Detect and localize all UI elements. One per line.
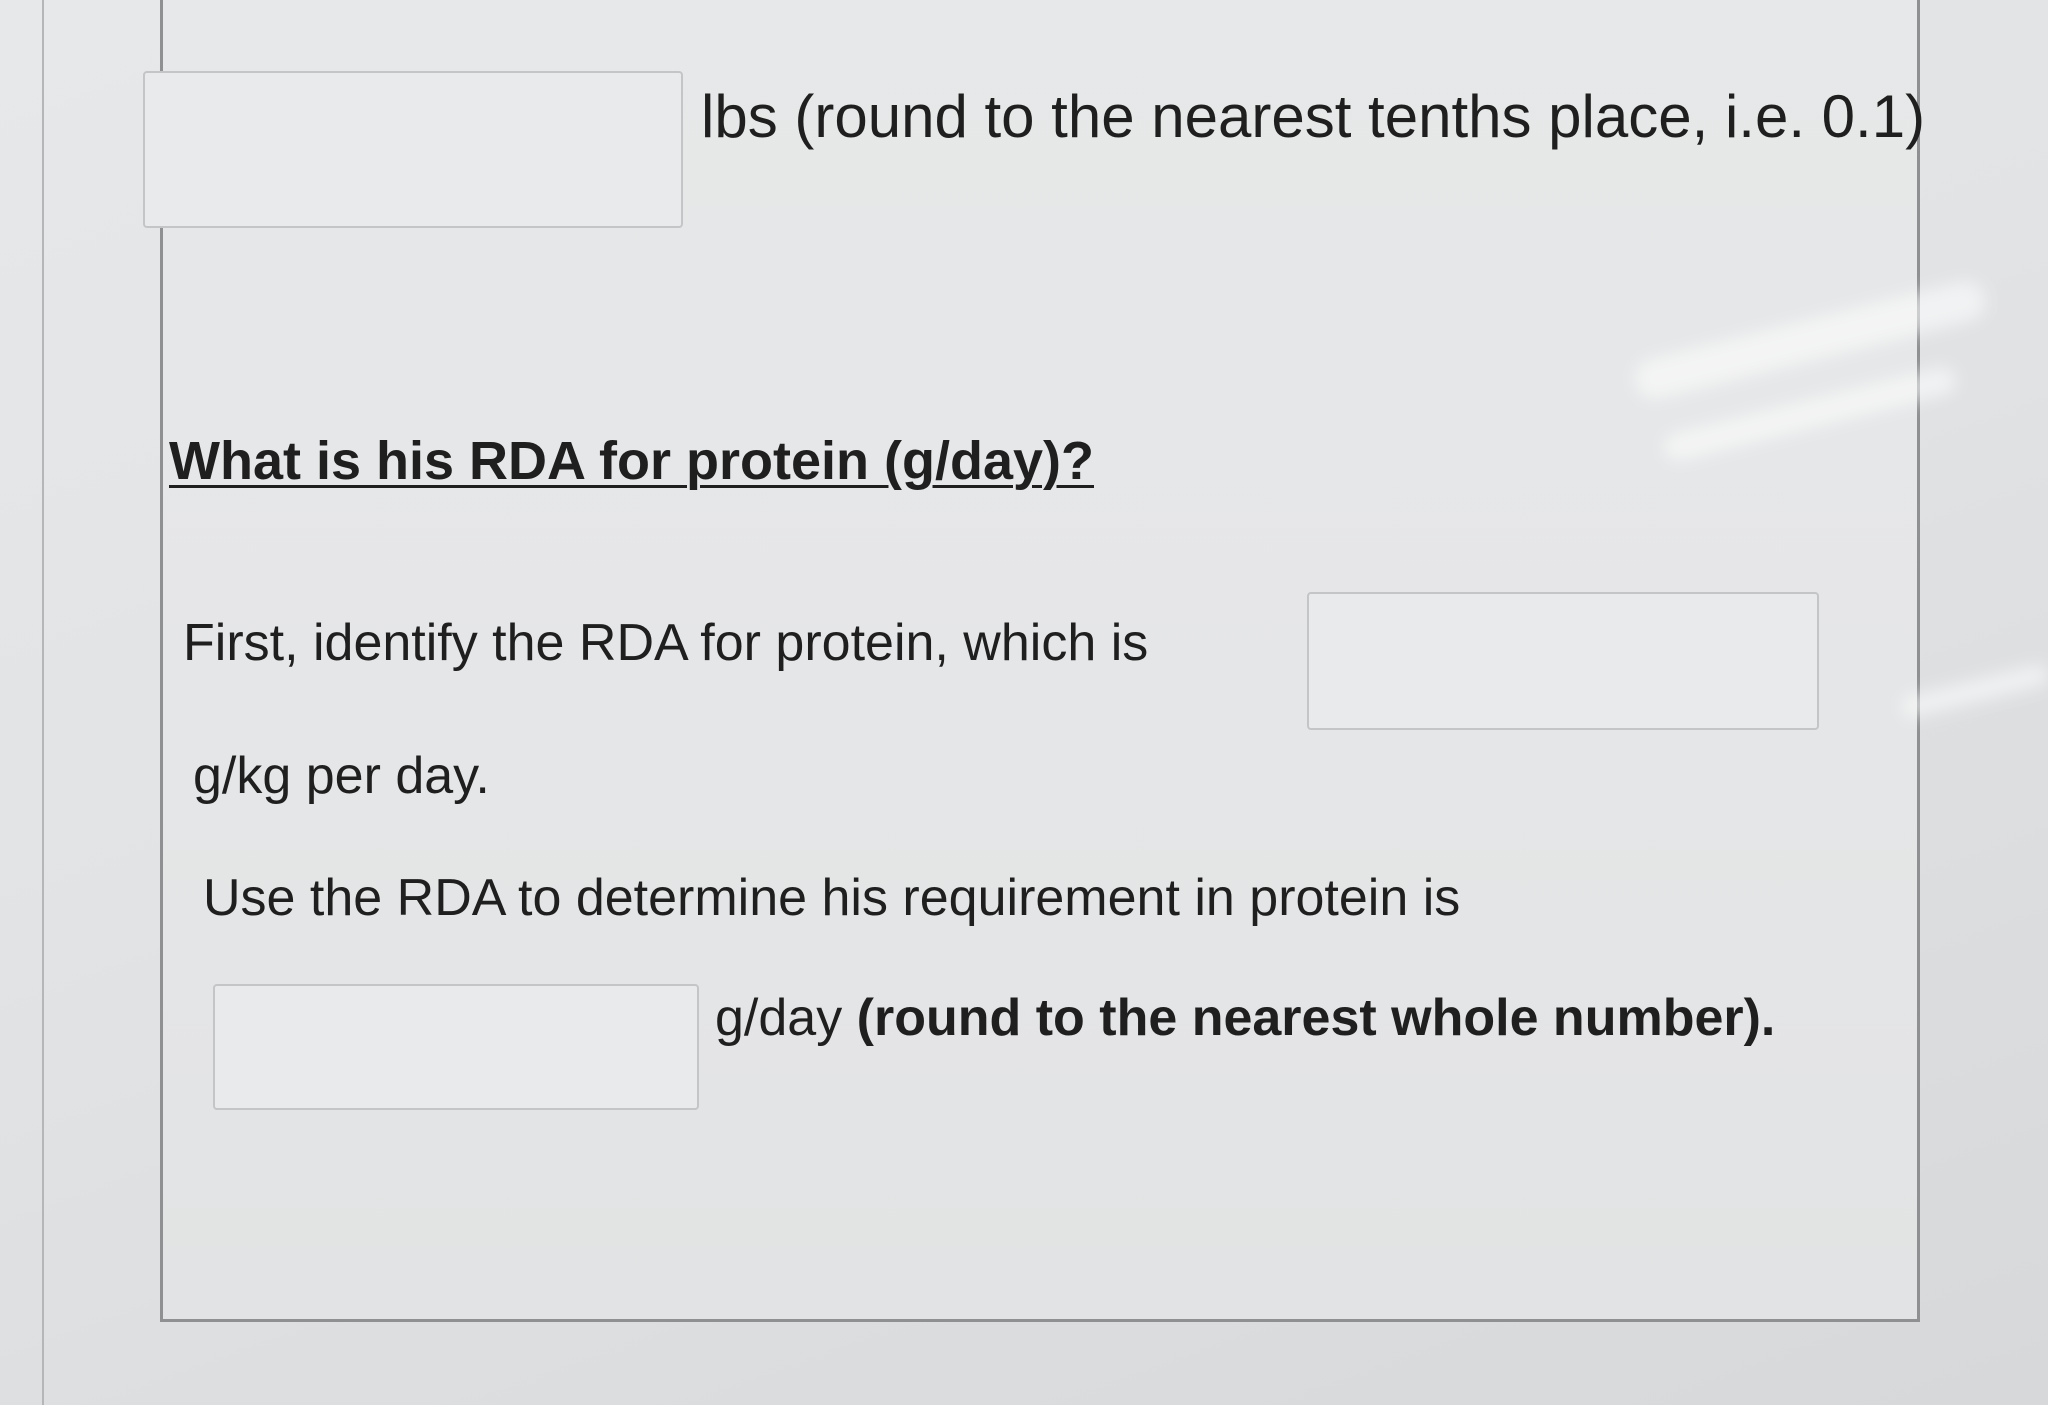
step1-prefix-text: First, identify the RDA for protein, whi… xyxy=(183,614,1149,672)
weight-unit-note: lbs (round to the nearest tenths place, … xyxy=(701,82,1925,151)
step2-unit-text: g/day xyxy=(715,989,843,1047)
monitor-edge xyxy=(42,0,44,1405)
screen-glare xyxy=(1899,662,2048,720)
weight-answer-input[interactable] xyxy=(143,71,683,228)
step2-text: Use the RDA to determine his requirement… xyxy=(203,869,1461,927)
weight-unit-note-text: lbs (round to the nearest tenths place, … xyxy=(701,83,1926,150)
requirement-answer-input[interactable] xyxy=(213,984,699,1110)
rda-answer-input[interactable] xyxy=(1307,592,1819,730)
step2-unit-line: g/day (round to the nearest whole number… xyxy=(715,988,1775,1048)
question-heading: What is his RDA for protein (g/day)? xyxy=(169,431,1094,491)
screen-background: lbs (round to the nearest tenths place, … xyxy=(0,0,2048,1405)
step1-suffix-text: g/kg per day. xyxy=(193,747,490,805)
step2-rounding-note: (round to the nearest whole number). xyxy=(856,989,1776,1047)
question-panel: lbs (round to the nearest tenths place, … xyxy=(143,0,1925,1322)
